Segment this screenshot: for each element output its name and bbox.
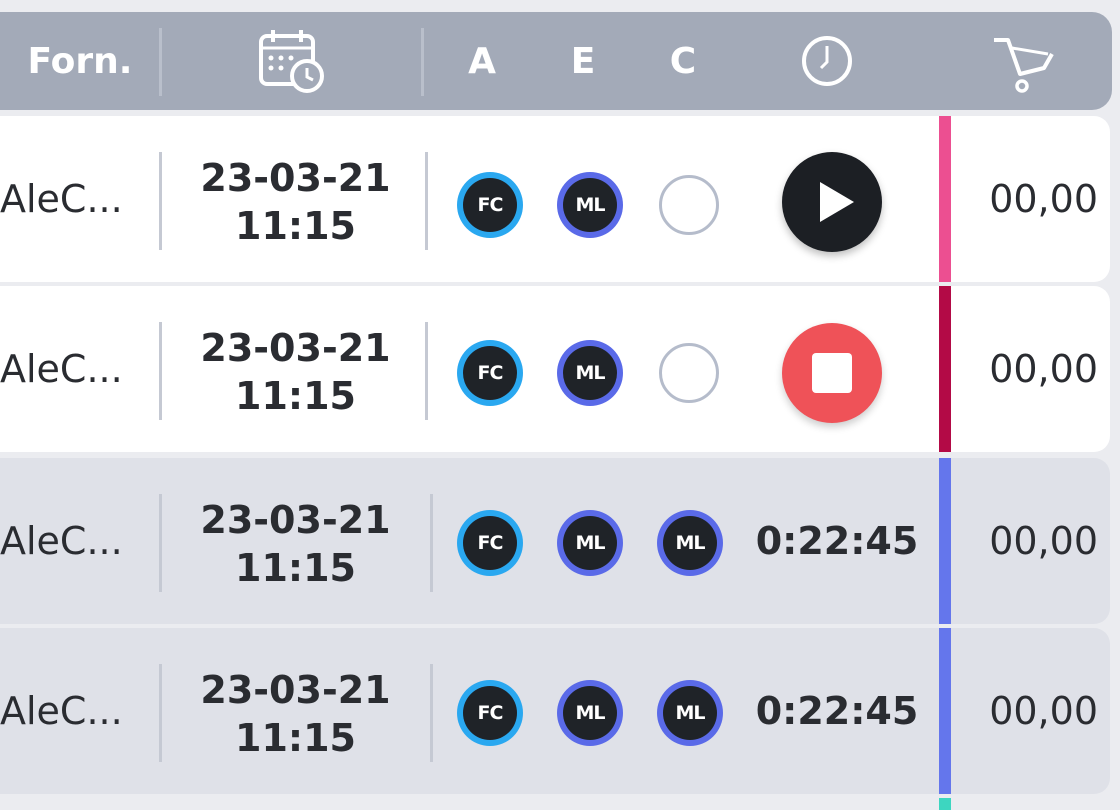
date-value: 23-03-21 bbox=[200, 326, 391, 370]
cart-icon bbox=[994, 38, 1054, 93]
column-header-time[interactable] bbox=[795, 12, 859, 110]
date-cell: 23-03-21 11:15 bbox=[163, 154, 428, 250]
avatar-a[interactable]: FC bbox=[463, 516, 517, 570]
elapsed-timer: 0:22:45 bbox=[755, 689, 919, 733]
time-value: 11:15 bbox=[235, 374, 356, 418]
time-value: 11:15 bbox=[235, 716, 356, 760]
status-stripe bbox=[939, 116, 951, 282]
stop-icon bbox=[812, 353, 852, 393]
date-cell: 23-03-21 11:15 bbox=[163, 324, 428, 420]
column-divider bbox=[159, 322, 162, 420]
status-stripe bbox=[939, 286, 951, 452]
status-stripe bbox=[939, 458, 951, 624]
forn-cell: AleC... bbox=[0, 689, 123, 733]
amount-cell: 00,00 bbox=[989, 177, 1098, 221]
elapsed-timer: 0:22:45 bbox=[755, 519, 919, 563]
empty-avatar-c[interactable] bbox=[659, 175, 719, 235]
date-cell: 23-03-21 11:15 bbox=[163, 496, 428, 592]
column-divider bbox=[159, 664, 162, 762]
column-header-c[interactable]: C bbox=[653, 12, 713, 110]
avatar-a[interactable]: FC bbox=[463, 686, 517, 740]
table-row[interactable]: AleC... 23-03-21 11:15 FC ML 00,00 bbox=[0, 116, 1110, 282]
date-value: 23-03-21 bbox=[200, 498, 391, 542]
clock-icon bbox=[802, 36, 852, 86]
avatar-e[interactable]: ML bbox=[563, 516, 617, 570]
avatar-e[interactable]: ML bbox=[563, 346, 617, 400]
table-row[interactable]: AleC... 23-03-21 11:15 FC ML 00,00 bbox=[0, 286, 1110, 452]
amount-cell: 00,00 bbox=[989, 519, 1098, 563]
column-divider bbox=[425, 322, 428, 420]
avatar-e[interactable]: ML bbox=[563, 178, 617, 232]
time-value: 11:15 bbox=[235, 546, 356, 590]
date-value: 23-03-21 bbox=[200, 156, 391, 200]
avatar-a[interactable]: FC bbox=[463, 346, 517, 400]
column-divider bbox=[430, 664, 433, 762]
date-value: 23-03-21 bbox=[200, 668, 391, 712]
column-divider bbox=[159, 152, 162, 250]
calendar-clock-icon bbox=[259, 30, 324, 93]
column-divider bbox=[425, 152, 428, 250]
table-row[interactable]: AleC... 23-03-21 11:15 FC ML ML 0:22:45 … bbox=[0, 628, 1110, 794]
column-header-cart[interactable] bbox=[985, 12, 1065, 110]
play-button[interactable] bbox=[782, 152, 882, 252]
table-header: Forn. A E C bbox=[0, 12, 1112, 110]
forn-cell: AleC... bbox=[0, 347, 123, 391]
amount-cell: 00,00 bbox=[989, 347, 1098, 391]
avatar-c[interactable]: ML bbox=[663, 686, 717, 740]
avatar-c[interactable]: ML bbox=[663, 516, 717, 570]
column-header-forn[interactable]: Forn. bbox=[0, 12, 160, 110]
stop-button[interactable] bbox=[782, 323, 882, 423]
column-divider bbox=[421, 28, 424, 96]
column-header-date[interactable] bbox=[162, 12, 422, 110]
time-value: 11:15 bbox=[235, 204, 356, 248]
avatar-a[interactable]: FC bbox=[463, 178, 517, 232]
forn-cell: AleC... bbox=[0, 519, 123, 563]
column-divider bbox=[430, 494, 433, 592]
status-stripe bbox=[939, 798, 951, 810]
status-stripe bbox=[939, 628, 951, 794]
amount-cell: 00,00 bbox=[989, 689, 1098, 733]
date-cell: 23-03-21 11:15 bbox=[163, 666, 428, 762]
table-row[interactable]: AleC... 23-03-21 11:15 FC ML ML 0:22:45 … bbox=[0, 458, 1110, 624]
column-header-e[interactable]: E bbox=[553, 12, 613, 110]
avatar-e[interactable]: ML bbox=[563, 686, 617, 740]
forn-cell: AleC... bbox=[0, 177, 123, 221]
empty-avatar-c[interactable] bbox=[659, 343, 719, 403]
play-icon bbox=[820, 182, 854, 222]
column-divider bbox=[159, 494, 162, 592]
column-header-a[interactable]: A bbox=[452, 12, 512, 110]
